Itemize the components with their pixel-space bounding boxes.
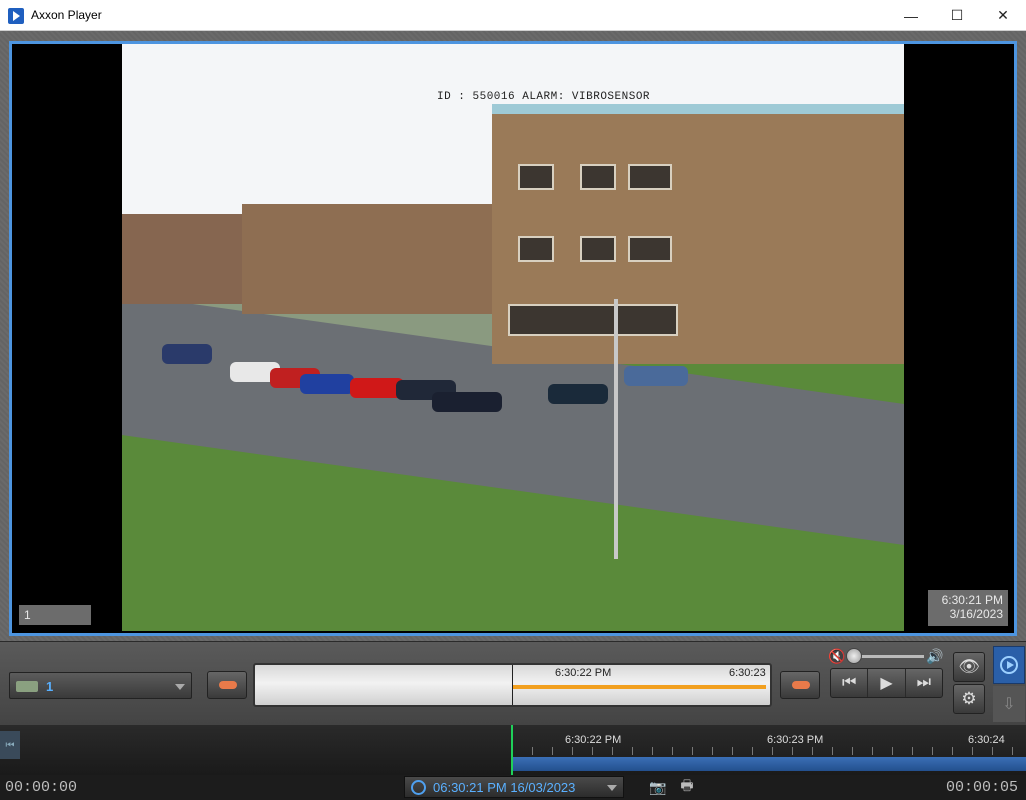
maximize-button[interactable]: ☐	[934, 0, 980, 31]
camera-select[interactable]: 1	[9, 672, 192, 699]
video-car	[300, 374, 354, 394]
app-icon	[8, 8, 24, 24]
timeline-start-button[interactable]: ⏮	[0, 731, 20, 759]
minimize-button[interactable]: —	[888, 0, 934, 31]
video-frame[interactable]: ID : 550016 ALARM: VIBROSENSOR 1 6:30:21…	[9, 41, 1017, 636]
volume-slider[interactable]	[854, 655, 924, 658]
play-button[interactable]: ▶	[868, 669, 906, 697]
camera-select-value: 1	[46, 679, 54, 694]
timeline-recording-bar	[512, 757, 1026, 771]
play-circle-icon	[1000, 656, 1018, 674]
video-image: ID : 550016 ALARM: VIBROSENSOR	[122, 44, 904, 631]
camera-snapshot-icon[interactable]: 📷	[647, 778, 669, 796]
clock-icon	[411, 780, 426, 795]
window-title: Axxon Player	[31, 8, 102, 22]
elapsed-time: 00:00:00	[5, 779, 78, 796]
video-car	[162, 344, 212, 364]
transport-controls: ⏮ ▶ ⏭	[830, 668, 943, 698]
timeline-ticks	[512, 747, 1026, 755]
mini-timeline[interactable]: 6:30:22 PM 6:30:23	[253, 663, 772, 707]
chevron-down-icon	[175, 684, 185, 690]
event-marker-icon	[792, 681, 810, 689]
next-frame-button[interactable]: ⏭	[906, 669, 942, 697]
previous-event-button[interactable]	[207, 671, 247, 699]
volume-max-icon[interactable]: 🔊	[926, 648, 943, 665]
timeline-label: 6:30:24	[968, 734, 1005, 746]
video-window	[628, 236, 672, 262]
mini-timeline-recording-bar	[513, 685, 766, 689]
datetime-picker[interactable]: 06:30:21 PM 16/03/2023	[404, 776, 624, 798]
video-window	[580, 236, 616, 262]
event-marker-icon	[219, 681, 237, 689]
video-window	[628, 164, 672, 190]
volume-control: 🔇 🔊	[826, 646, 946, 670]
video-window	[518, 164, 554, 190]
mini-timeline-label: 6:30:22 PM	[555, 667, 612, 679]
gear-icon[interactable]: ⚙	[953, 684, 985, 714]
playback-mode-button[interactable]	[993, 646, 1025, 684]
previous-frame-button[interactable]: ⏮	[831, 669, 869, 697]
volume-knob[interactable]	[846, 648, 862, 664]
video-car	[432, 392, 502, 412]
video-building-left	[122, 214, 242, 304]
camera-number-label: 1	[19, 605, 91, 625]
print-icon[interactable]: 🖶	[676, 777, 698, 796]
export-button[interactable]: ⇩	[993, 686, 1025, 722]
timeline[interactable]: ⏮ 6:30:22 PM 6:30:23 PM 6:30:24	[0, 725, 1026, 775]
next-event-button[interactable]	[780, 671, 820, 699]
camera-icon	[16, 681, 38, 692]
video-timestamp: 6:30:21 PM 3/16/2023	[928, 590, 1008, 626]
eye-icon[interactable]: 👁	[953, 652, 985, 682]
video-timestamp-date: 3/16/2023	[949, 607, 1003, 621]
status-bar: 00:00:00 06:30:21 PM 16/03/2023 📷 🖶 00:0…	[0, 775, 1026, 800]
video-car	[548, 384, 608, 404]
chevron-down-icon	[607, 785, 617, 791]
total-duration: 00:00:05	[946, 779, 1019, 796]
mini-timeline-cursor[interactable]	[512, 665, 513, 705]
video-window	[580, 164, 616, 190]
osd-alarm-text: ID : 550016 ALARM: VIBROSENSOR	[437, 91, 651, 103]
video-timestamp-time: 6:30:21 PM	[941, 593, 1003, 607]
video-car	[624, 366, 688, 386]
datetime-value: 06:30:21 PM 16/03/2023	[433, 780, 576, 795]
video-workspace: ID : 550016 ALARM: VIBROSENSOR 1 6:30:21…	[0, 31, 1026, 641]
video-building-middle	[242, 204, 492, 314]
video-window	[518, 236, 554, 262]
timeline-label: 6:30:22 PM	[565, 734, 622, 746]
title-bar: Axxon Player — ☐ ✕	[0, 0, 1026, 31]
video-window	[508, 304, 678, 336]
video-lamp-post	[614, 299, 618, 559]
close-button[interactable]: ✕	[980, 0, 1026, 31]
timeline-cursor[interactable]	[511, 725, 513, 775]
control-panel: 1 6:30:22 PM 6:30:23 🔇 🔊 ⏮ ▶ ⏭ 👁 ⚙ ⇩	[0, 641, 1026, 725]
timeline-label: 6:30:23 PM	[767, 734, 824, 746]
video-building-main	[492, 114, 904, 364]
mute-icon[interactable]: 🔇	[828, 648, 845, 666]
mini-timeline-label: 6:30:23	[729, 667, 766, 679]
